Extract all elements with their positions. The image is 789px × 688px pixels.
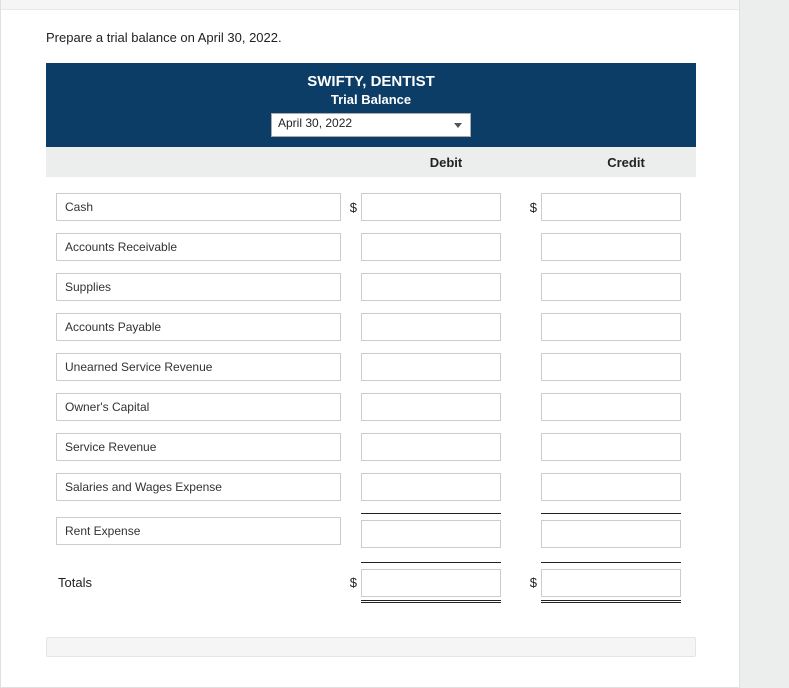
debit-input[interactable] xyxy=(361,393,501,421)
credit-input[interactable] xyxy=(541,233,681,261)
debit-input[interactable] xyxy=(361,233,501,261)
currency-symbol: $ xyxy=(341,575,361,590)
currency-symbol: $ xyxy=(521,575,541,590)
credit-input[interactable] xyxy=(541,193,681,221)
debit-input[interactable] xyxy=(361,273,501,301)
debit-input[interactable] xyxy=(361,313,501,341)
page-card: Prepare a trial balance on April 30, 202… xyxy=(0,0,740,688)
credit-input[interactable] xyxy=(541,473,681,501)
trial-balance-container: SWIFTY, DENTIST Trial Balance April 30, … xyxy=(46,63,696,609)
debit-wrap xyxy=(361,313,501,341)
account-row: Owner's Capital xyxy=(46,387,696,427)
date-select-value: April 30, 2022 xyxy=(278,116,352,130)
debit-wrap xyxy=(361,433,501,461)
credit-wrap xyxy=(541,313,681,341)
account-row: Service Revenue xyxy=(46,427,696,467)
totals-credit-wrap xyxy=(541,562,681,603)
account-name-input[interactable]: Salaries and Wages Expense xyxy=(56,473,341,501)
account-row: Unearned Service Revenue xyxy=(46,347,696,387)
totals-debit-input[interactable] xyxy=(361,569,501,597)
column-debit-header: Debit xyxy=(376,155,516,170)
account-row: Rent Expense xyxy=(46,507,696,554)
column-headers: Debit Credit xyxy=(46,147,696,177)
debit-wrap xyxy=(361,393,501,421)
account-row: Cash$$ xyxy=(46,187,696,227)
debit-input[interactable] xyxy=(361,433,501,461)
column-credit-header: Credit xyxy=(556,155,696,170)
currency-symbol: $ xyxy=(341,200,361,215)
debit-wrap xyxy=(361,193,501,221)
debit-input[interactable] xyxy=(361,353,501,381)
credit-wrap xyxy=(541,233,681,261)
credit-input[interactable] xyxy=(541,520,681,548)
credit-input[interactable] xyxy=(541,273,681,301)
credit-input[interactable] xyxy=(541,313,681,341)
credit-input[interactable] xyxy=(541,353,681,381)
credit-wrap xyxy=(541,273,681,301)
account-name-input[interactable]: Accounts Receivable xyxy=(56,233,341,261)
totals-label: Totals xyxy=(56,575,341,590)
credit-input[interactable] xyxy=(541,393,681,421)
debit-input[interactable] xyxy=(361,193,501,221)
debit-wrap xyxy=(361,353,501,381)
credit-wrap xyxy=(541,393,681,421)
credit-wrap xyxy=(541,473,681,501)
debit-input[interactable] xyxy=(361,520,501,548)
account-rows: Cash$$Accounts ReceivableSuppliesAccount… xyxy=(46,177,696,554)
account-name-input[interactable]: Rent Expense xyxy=(56,517,341,545)
account-name-input[interactable]: Accounts Payable xyxy=(56,313,341,341)
account-name-input[interactable]: Owner's Capital xyxy=(56,393,341,421)
account-name-input[interactable]: Cash xyxy=(56,193,341,221)
account-row: Accounts Payable xyxy=(46,307,696,347)
top-strip xyxy=(1,0,739,10)
trial-balance-header: SWIFTY, DENTIST Trial Balance April 30, … xyxy=(46,63,696,147)
totals-debit-wrap xyxy=(361,562,501,603)
debit-wrap xyxy=(361,233,501,261)
credit-wrap xyxy=(541,513,681,548)
debit-input[interactable] xyxy=(361,473,501,501)
credit-wrap xyxy=(541,353,681,381)
content-area: Prepare a trial balance on April 30, 202… xyxy=(1,10,739,687)
currency-symbol: $ xyxy=(521,200,541,215)
footer-placeholder xyxy=(46,637,696,657)
credit-wrap xyxy=(541,193,681,221)
totals-credit-input[interactable] xyxy=(541,569,681,597)
account-row: Accounts Receivable xyxy=(46,227,696,267)
debit-wrap xyxy=(361,273,501,301)
credit-wrap xyxy=(541,433,681,461)
debit-wrap xyxy=(361,473,501,501)
account-name-input[interactable]: Supplies xyxy=(56,273,341,301)
account-name-input[interactable]: Unearned Service Revenue xyxy=(56,353,341,381)
credit-input[interactable] xyxy=(541,433,681,461)
company-name: SWIFTY, DENTIST xyxy=(46,73,696,90)
debit-wrap xyxy=(361,513,501,548)
totals-row: Totals $ $ xyxy=(46,554,696,609)
date-select[interactable]: April 30, 2022 xyxy=(271,113,471,137)
account-name-input[interactable]: Service Revenue xyxy=(56,433,341,461)
report-title: Trial Balance xyxy=(46,92,696,107)
question-prompt: Prepare a trial balance on April 30, 202… xyxy=(46,30,709,45)
account-row: Salaries and Wages Expense xyxy=(46,467,696,507)
account-row: Supplies xyxy=(46,267,696,307)
